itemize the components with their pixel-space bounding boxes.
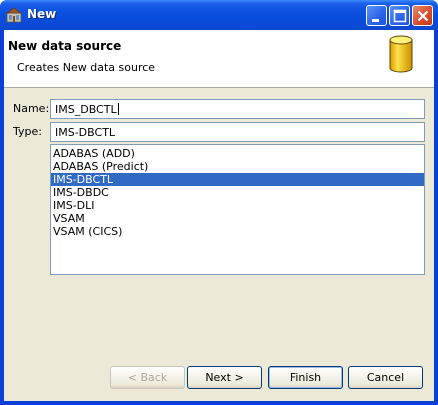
dialog-window: New New data source Creates New data sou…: [0, 0, 438, 405]
next-button[interactable]: Next >: [187, 366, 262, 389]
database-app-icon: [5, 7, 23, 23]
name-input-value: IMS_DBCTL: [55, 103, 117, 116]
minimize-button[interactable]: [366, 5, 387, 26]
dialog-client-area: New data source Creates New data source: [4, 30, 434, 401]
wizard-header: New data source Creates New data source: [4, 30, 434, 88]
title-bar[interactable]: New: [0, 0, 438, 30]
cancel-button[interactable]: Cancel: [348, 366, 423, 389]
name-label: Name:: [13, 102, 50, 115]
list-item[interactable]: IMS-DBDC: [51, 186, 424, 199]
page-description: Creates New data source: [17, 61, 156, 74]
finish-button[interactable]: Finish: [268, 366, 343, 389]
close-icon: [417, 10, 429, 22]
type-input-value: IMS-DBCTL: [55, 126, 116, 139]
list-item[interactable]: VSAM (CICS): [51, 225, 424, 238]
back-button[interactable]: < Back: [110, 366, 185, 389]
database-cylinder-icon: [386, 32, 416, 76]
type-label: Type:: [13, 125, 42, 138]
list-item[interactable]: ADABAS (ADD): [51, 147, 424, 160]
text-caret: [117, 103, 119, 115]
type-listbox[interactable]: ADABAS (ADD) ADABAS (Predict) IMS-DBCTL …: [50, 144, 425, 275]
list-item[interactable]: IMS-DLI: [51, 199, 424, 212]
list-item[interactable]: ADABAS (Predict): [51, 160, 424, 173]
page-title: New data source: [8, 39, 122, 53]
maximize-button[interactable]: [389, 5, 410, 26]
name-input[interactable]: IMS_DBCTL: [50, 99, 425, 119]
minimize-icon: [372, 19, 379, 22]
maximize-icon: [393, 9, 407, 23]
list-item-selected[interactable]: IMS-DBCTL: [51, 173, 424, 186]
type-input[interactable]: IMS-DBCTL: [50, 122, 425, 142]
window-title: New: [27, 7, 57, 21]
list-item[interactable]: VSAM: [51, 212, 424, 225]
close-button[interactable]: [412, 5, 433, 26]
